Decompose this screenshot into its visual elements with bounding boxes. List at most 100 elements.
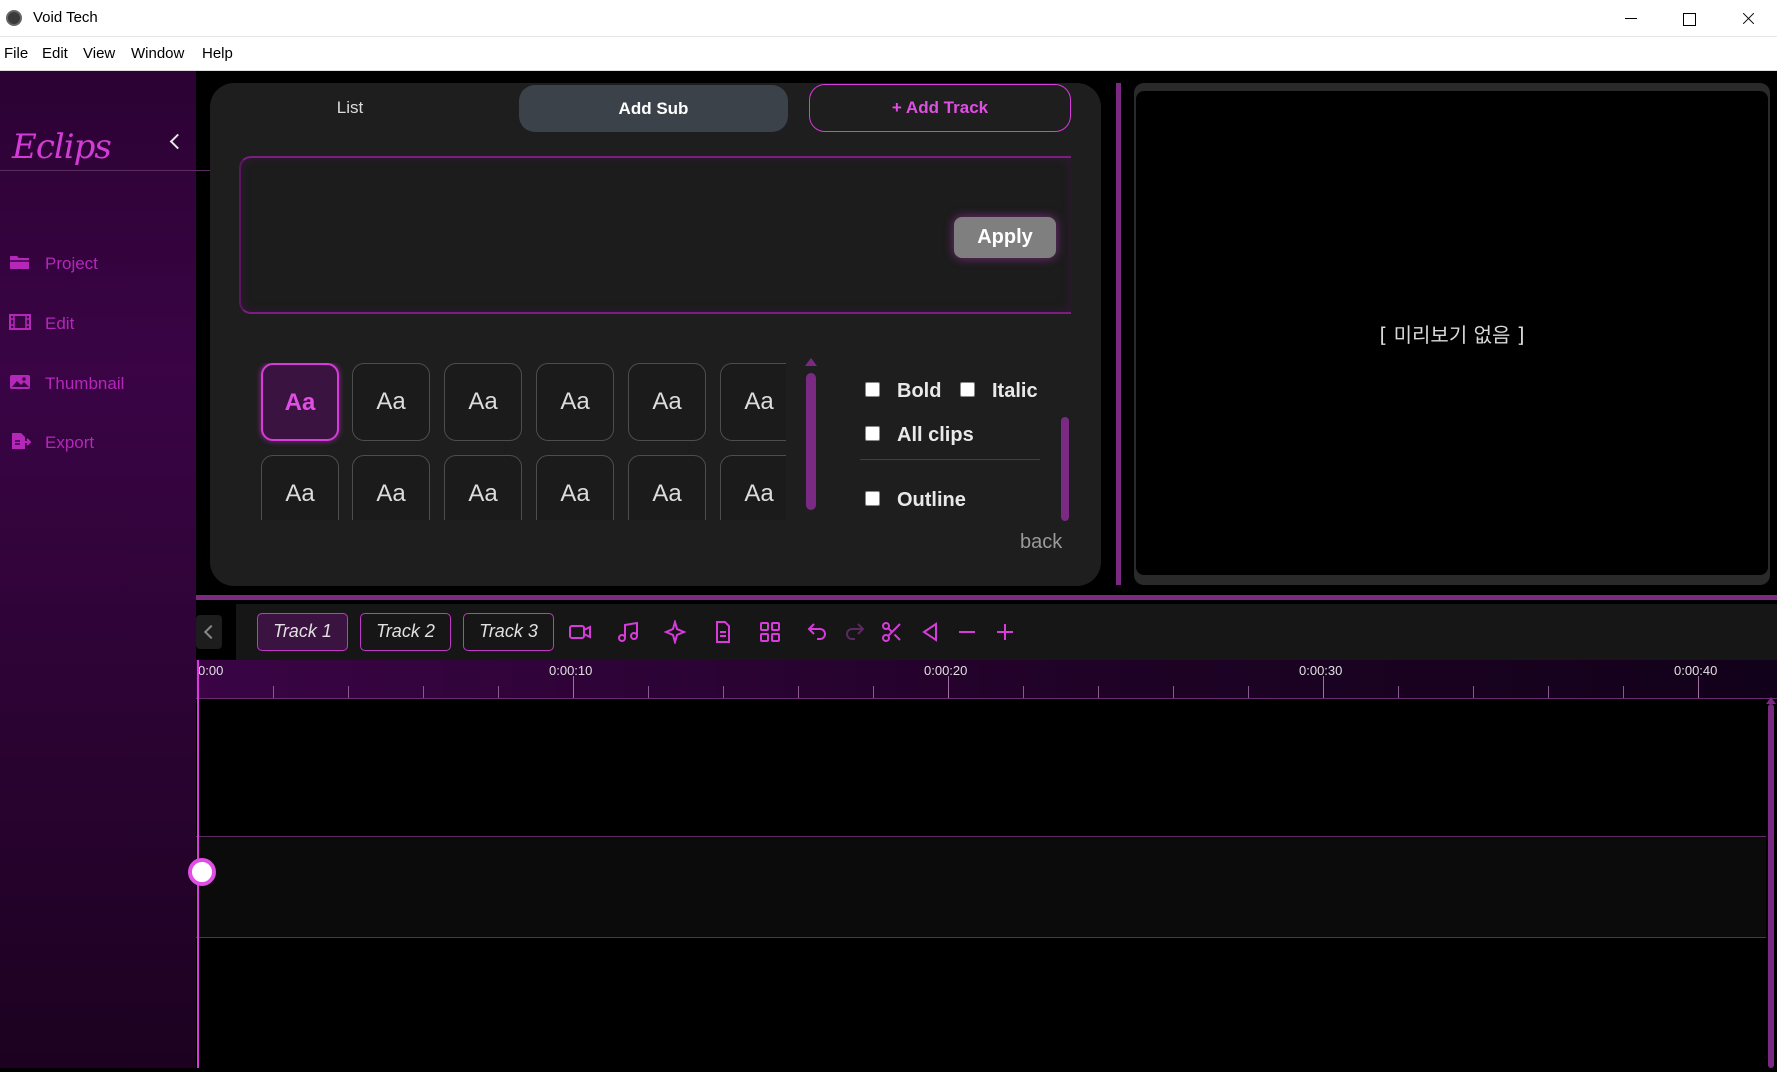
menu-view[interactable]: View xyxy=(83,45,115,62)
chevron-left-icon[interactable] xyxy=(196,615,222,649)
sparkle-icon[interactable] xyxy=(663,620,687,644)
zoom-out-icon[interactable] xyxy=(955,620,979,644)
ruler-tick xyxy=(1698,676,1699,698)
ruler-tick xyxy=(423,686,424,698)
font-style-option[interactable]: Aa xyxy=(444,455,522,520)
tab-track-2[interactable]: Track 2 xyxy=(360,613,451,651)
menu-window[interactable]: Window xyxy=(131,45,184,62)
ruler-tick xyxy=(798,686,799,698)
subtitle-text-input[interactable] xyxy=(239,156,1071,314)
film-icon xyxy=(9,314,31,330)
title-bar: Void Tech xyxy=(0,0,1777,37)
ruler-tick xyxy=(948,676,949,698)
ruler-label: 0:00:20 xyxy=(924,663,968,678)
subtitle-panel: List Add Sub + Add Track Apply Aa Aa Aa … xyxy=(210,83,1101,586)
font-style-option[interactable]: Aa xyxy=(352,363,430,441)
ruler-tick xyxy=(648,686,649,698)
menu-file[interactable]: File xyxy=(4,45,28,62)
zoom-in-icon[interactable] xyxy=(993,620,1017,644)
options-scrollbar[interactable] xyxy=(1061,417,1069,521)
ruler-label: 0:00:10 xyxy=(549,663,593,678)
export-icon xyxy=(12,433,31,449)
sidebar-divider xyxy=(0,170,210,171)
italic-label: Italic xyxy=(992,380,1038,402)
timeline-toolbar: Track 1 Track 2 Track 3 xyxy=(196,604,1777,660)
back-link[interactable]: back xyxy=(1020,531,1062,554)
outline-checkbox[interactable] xyxy=(865,491,880,506)
tab-list[interactable]: List xyxy=(250,98,450,128)
all-clips-checkbox[interactable] xyxy=(865,426,880,441)
font-style-option[interactable]: Aa xyxy=(628,363,706,441)
bold-checkbox[interactable] xyxy=(865,382,880,397)
minimize-button[interactable] xyxy=(1602,0,1660,37)
font-style-option[interactable]: Aa xyxy=(628,455,706,520)
track-lane[interactable] xyxy=(196,837,1766,937)
video-icon[interactable] xyxy=(568,620,592,644)
ruler-tick xyxy=(1548,686,1549,698)
folder-icon xyxy=(10,256,30,269)
vertical-splitter[interactable] xyxy=(1116,83,1121,585)
italic-option[interactable]: Italic xyxy=(960,379,1060,405)
sidebar-item-label: Project xyxy=(45,254,98,273)
ruler-tick xyxy=(498,686,499,698)
font-style-option[interactable]: Aa xyxy=(536,363,614,441)
horizontal-splitter[interactable] xyxy=(196,595,1777,600)
ruler-label: 0:00:40 xyxy=(1674,663,1718,678)
menu-edit[interactable]: Edit xyxy=(42,45,68,62)
document-icon[interactable] xyxy=(711,620,735,644)
outline-option[interactable]: Outline xyxy=(865,488,1005,514)
font-style-option[interactable]: Aa xyxy=(444,363,522,441)
font-style-option[interactable]: Aa xyxy=(261,455,339,520)
add-track-button[interactable]: + Add Track xyxy=(809,84,1071,132)
sidebar-collapse-button[interactable] xyxy=(166,133,184,151)
grid-scroll-up-arrow[interactable] xyxy=(805,358,817,366)
sidebar-item-label: Export xyxy=(45,433,95,452)
ruler-tick xyxy=(873,686,874,698)
preview-panel: [ 미리보기 없음 ] xyxy=(1134,83,1770,585)
italic-checkbox[interactable] xyxy=(960,382,975,397)
grid-icon[interactable] xyxy=(758,620,782,644)
undo-icon[interactable] xyxy=(805,620,829,644)
font-style-grid: Aa Aa Aa Aa Aa Aa Aa Aa Aa Aa Aa Aa xyxy=(246,363,786,520)
apply-button[interactable]: Apply xyxy=(954,217,1056,258)
timeline-scrollbar[interactable] xyxy=(1768,704,1774,1068)
grid-scrollbar[interactable] xyxy=(806,373,816,510)
ruler-tick xyxy=(348,686,349,698)
tab-track-3[interactable]: Track 3 xyxy=(463,613,554,651)
options-divider xyxy=(860,459,1040,460)
font-style-option[interactable]: Aa xyxy=(261,363,339,441)
ruler-tick xyxy=(1023,686,1024,698)
all-clips-label: All clips xyxy=(897,424,974,446)
sidebar: Eclips Project Edit Thumbnail Export xyxy=(0,71,210,1068)
font-style-option[interactable]: Aa xyxy=(536,455,614,520)
font-style-option[interactable]: Aa xyxy=(720,363,786,441)
close-button[interactable] xyxy=(1719,0,1777,37)
menu-help[interactable]: Help xyxy=(202,45,233,62)
sidebar-item-edit[interactable]: Edit xyxy=(0,304,196,344)
music-icon[interactable] xyxy=(616,620,640,644)
ruler-label: 0:00 xyxy=(198,663,224,678)
trim-icon[interactable] xyxy=(918,620,942,644)
timeline-ruler[interactable]: 0:00 0:00:10 0:00:20 0:00:30 0:00:40 xyxy=(196,660,1777,699)
menu-bar: File Edit View Window Help xyxy=(0,37,1777,71)
all-clips-option[interactable]: All clips xyxy=(865,423,1005,449)
timeline-scroll-up-arrow[interactable] xyxy=(1766,697,1776,704)
tab-add-sub[interactable]: Add Sub xyxy=(519,85,788,132)
tab-track-1[interactable]: Track 1 xyxy=(257,613,348,651)
brand-logo: Eclips xyxy=(12,127,112,167)
ruler-tick xyxy=(1323,676,1324,698)
redo-icon[interactable] xyxy=(843,620,867,644)
font-style-option[interactable]: Aa xyxy=(720,455,786,520)
sidebar-item-thumbnail[interactable]: Thumbnail xyxy=(0,364,196,404)
app-window: Void Tech File Edit View Window Help Ecl… xyxy=(0,0,1777,1072)
scissors-icon[interactable] xyxy=(880,620,904,644)
timeline-lanes[interactable] xyxy=(196,699,1777,1068)
sidebar-item-project[interactable]: Project xyxy=(0,244,196,284)
playhead-handle[interactable] xyxy=(188,858,216,886)
ruler-tick xyxy=(1398,686,1399,698)
preview-empty-text: [ 미리보기 없음 ] xyxy=(1379,323,1525,347)
maximize-button[interactable] xyxy=(1660,0,1718,37)
bold-option[interactable]: Bold xyxy=(865,379,955,405)
sidebar-item-export[interactable]: Export xyxy=(0,423,196,463)
font-style-option[interactable]: Aa xyxy=(352,455,430,520)
